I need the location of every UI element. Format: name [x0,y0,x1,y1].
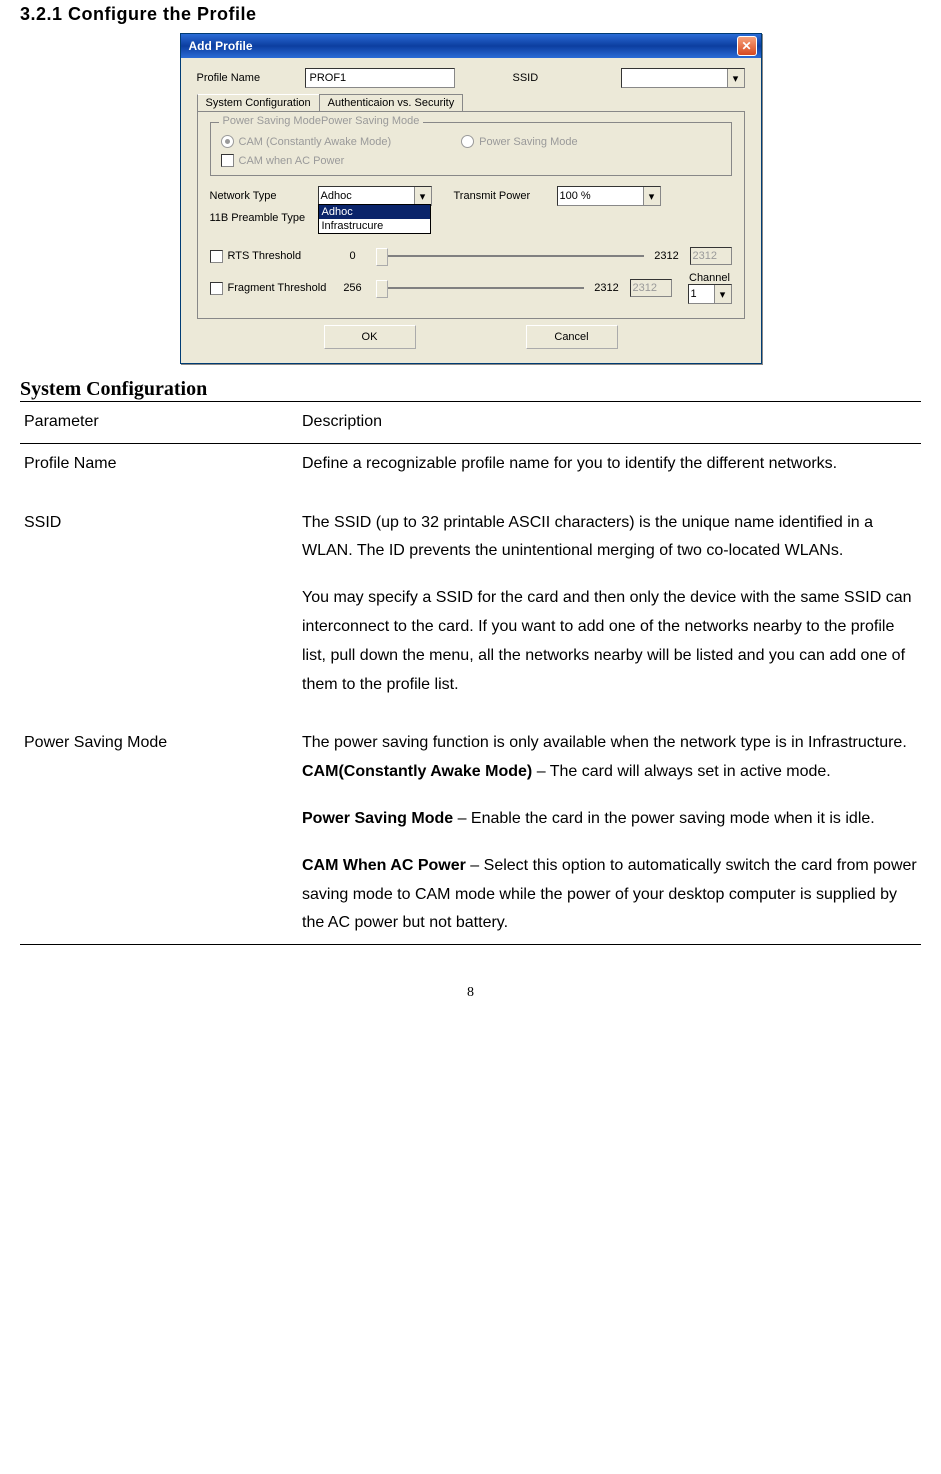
table-header-parameter: Parameter [20,402,298,444]
preamble-label: 11B Preamble Type [210,212,320,224]
radio-icon [461,135,474,148]
transmit-power-label: Transmit Power [454,190,549,202]
ssid-label: SSID [513,72,613,84]
checkbox-camac-label: CAM when AC Power [239,155,345,167]
frag-value: 2312 [630,279,672,297]
ok-button[interactable]: OK [324,325,416,349]
dropdown-option-infrastructure[interactable]: Infrastrucure [319,219,430,233]
frag-min: 256 [338,282,368,294]
radio-power-saving[interactable]: Power Saving Mode [461,135,577,148]
desc-profile-name: Define a recognizable profile name for y… [298,443,921,484]
frag-max: 2312 [592,282,622,294]
checkbox-cam-ac-power[interactable]: CAM when AC Power [221,154,721,167]
checkbox-icon [221,154,234,167]
param-profile-name: Profile Name [20,443,298,484]
channel-combo[interactable]: 1 ▾ [688,284,732,304]
radio-psm-label: Power Saving Mode [479,136,577,148]
radio-cam[interactable]: CAM (Constantly Awake Mode) [221,135,392,148]
dialog-title: Add Profile [189,39,253,53]
chevron-down-icon: ▾ [714,285,731,303]
transmit-power-value: 100 % [560,190,591,202]
cancel-button[interactable]: Cancel [526,325,618,349]
page-number: 8 [20,985,921,1001]
add-profile-dialog: Add Profile ✕ Profile Name SSID ▾ System… [180,33,762,364]
tab-system-configuration[interactable]: System Configuration [197,94,320,111]
ssid-combo[interactable]: ▾ [621,68,745,88]
checkbox-icon [210,250,223,263]
chevron-down-icon: ▾ [414,187,431,205]
dialog-title-bar: Add Profile ✕ [181,34,761,58]
radio-icon [221,135,234,148]
frag-label: Fragment Threshold [228,282,327,294]
fragment-slider[interactable] [376,287,584,289]
transmit-power-combo[interactable]: 100 % ▾ [557,186,661,206]
system-configuration-heading: System Configuration [20,378,921,401]
desc-power-saving: The power saving function is only availa… [298,705,921,944]
param-ssid: SSID [20,485,298,706]
chevron-down-icon: ▾ [643,187,660,205]
network-type-dropdown: Adhoc Infrastrucure [318,204,431,234]
rts-label: RTS Threshold [228,250,302,262]
param-power-saving: Power Saving Mode [20,705,298,944]
channel-value: 1 [691,288,697,300]
network-type-combo[interactable]: Adhoc ▾ Adhoc Infrastrucure [318,186,432,206]
tab-authentication-security[interactable]: Authenticaion vs. Security [319,94,464,111]
network-type-selected: Adhoc [321,190,352,202]
profile-name-label: Profile Name [197,72,297,84]
network-type-label: Network Type [210,190,310,202]
desc-ssid: The SSID (up to 32 printable ASCII chara… [298,485,921,706]
radio-cam-label: CAM (Constantly Awake Mode) [239,136,392,148]
rts-value: 2312 [690,247,732,265]
section-heading: 3.2.1 Configure the Profile [20,4,921,25]
checkbox-icon [210,282,223,295]
power-saving-groupbox-title: Power Saving ModePower Saving Mode [219,115,424,127]
rts-slider[interactable] [376,255,644,257]
rts-min: 0 [338,250,368,262]
rts-max: 2312 [652,250,682,262]
parameter-table: Parameter Description Profile Name Defin… [20,401,921,945]
rts-threshold-checkbox[interactable]: RTS Threshold [210,250,330,263]
dropdown-option-adhoc[interactable]: Adhoc [319,205,430,219]
close-icon: ✕ [741,40,751,52]
table-header-description: Description [298,402,921,444]
chevron-down-icon: ▾ [727,69,744,87]
close-button[interactable]: ✕ [737,36,757,56]
fragment-threshold-checkbox[interactable]: Fragment Threshold [210,282,330,295]
profile-name-input[interactable] [305,68,455,88]
channel-label: Channel [689,272,730,284]
